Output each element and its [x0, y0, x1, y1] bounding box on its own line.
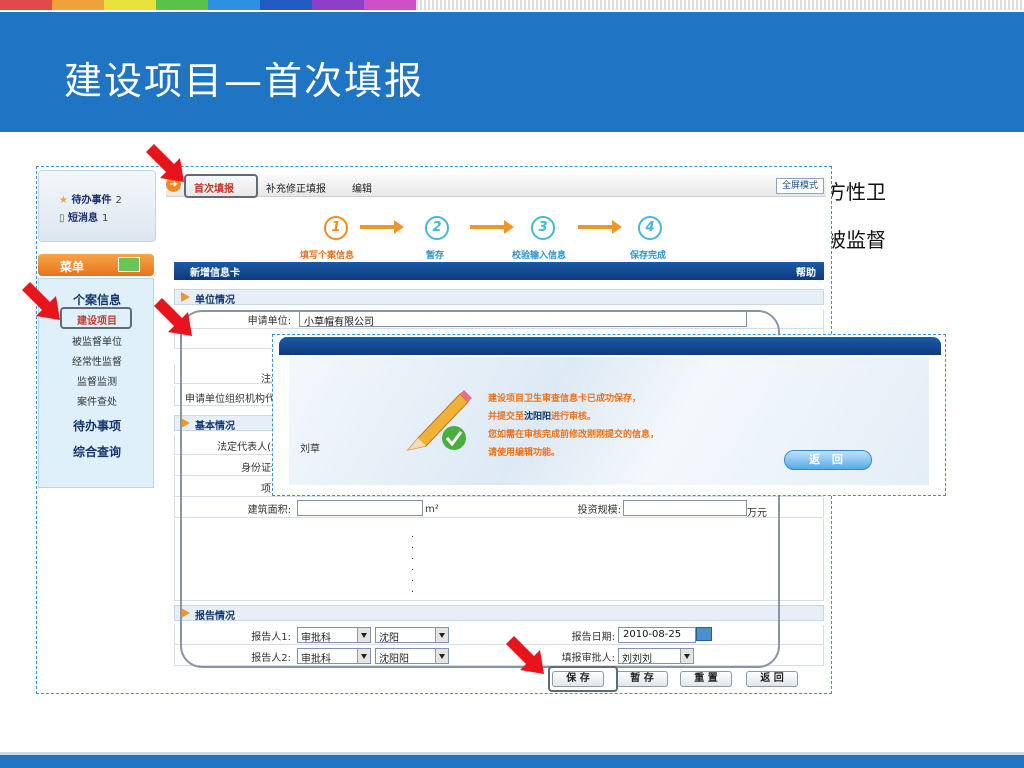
sidebar-item-monitoring[interactable]: 监督监测: [39, 373, 155, 388]
dialog-side-name: 刘草: [300, 444, 320, 455]
phone-icon: ▯: [59, 213, 65, 224]
pencil-check-icon: [406, 390, 472, 451]
sidebar-item-case-handling[interactable]: 案件查处: [39, 393, 155, 408]
message-link[interactable]: ▯ 短消息 1: [59, 209, 108, 224]
temp-save-button[interactable]: 暂 存: [616, 671, 668, 687]
step-4-icon: 4: [638, 216, 662, 240]
highlight-box: [184, 174, 258, 198]
red-arrow-icon: [506, 636, 544, 674]
highlight-box: [60, 307, 132, 329]
highlight-box: [548, 666, 618, 692]
slide-title: 建设项目—首次填报: [64, 59, 425, 103]
dialog-message-line: 您如需在审核完成前修改刚刚提交的信息，: [488, 430, 660, 440]
card-header: 新增信息卡 帮助: [174, 262, 824, 280]
step-2-icon: 2: [425, 216, 449, 240]
sidebar-item-supervised-unit[interactable]: 被监督单位: [39, 333, 155, 348]
user-panel: ★ 待办事件 2 ▯ 短消息 1: [38, 170, 156, 242]
step-label: 保存完成: [630, 251, 667, 261]
color-strip: [0, 0, 1024, 10]
sidebar-group-query[interactable]: 综合查询: [39, 443, 155, 460]
arrow-right-icon: [470, 220, 514, 234]
step-label: 校验输入信息: [512, 251, 567, 261]
dialog-return-button[interactable]: 返 回: [784, 450, 872, 470]
help-link[interactable]: 帮助: [796, 264, 816, 279]
sidebar-group-todo[interactable]: 待办事项: [39, 417, 155, 434]
red-arrow-icon: [22, 282, 60, 320]
tab-edit[interactable]: 编辑: [352, 180, 372, 195]
reset-button[interactable]: 重 置: [680, 671, 732, 687]
sidebar-item-regular-supervision[interactable]: 经常性监督: [39, 353, 155, 368]
background-text: 方性卫: [826, 180, 886, 204]
fullscreen-button[interactable]: 全屏模式: [776, 178, 824, 194]
todo-link[interactable]: ★ 待办事件 2: [59, 191, 122, 206]
back-button[interactable]: 返 回: [746, 671, 798, 687]
star-icon: ★: [59, 195, 68, 206]
step-label: 填写个案信息: [300, 251, 355, 261]
mail-icon: [118, 257, 140, 272]
step-3-icon: 3: [531, 216, 555, 240]
dialog-message-line: 请使用编辑功能。: [488, 448, 561, 458]
dialog-message-line: 建设项目卫生审查信息卡已成功保存，: [488, 394, 642, 404]
dialog-header: [279, 337, 941, 355]
tab-supplement[interactable]: 补充修正填报: [266, 180, 326, 195]
arrow-right-icon: [360, 220, 404, 234]
footer-bar: [0, 752, 1024, 768]
menu-header: 菜单: [38, 254, 154, 276]
arrow-right-icon: [578, 220, 622, 234]
red-arrow-icon: [154, 298, 192, 336]
step-label: 暂存: [426, 251, 445, 261]
section-unit[interactable]: 单位情况: [174, 289, 824, 306]
background-text: 被监督: [826, 228, 886, 252]
step-1-icon: 1: [324, 216, 348, 240]
success-dialog: [272, 334, 946, 496]
red-arrow-icon: [146, 144, 184, 182]
dialog-message-line: 并提交至沈阳阳进行审核。: [488, 412, 597, 422]
tab-bar: ➜ 首次填报 补充修正填报 编辑: [166, 175, 826, 197]
